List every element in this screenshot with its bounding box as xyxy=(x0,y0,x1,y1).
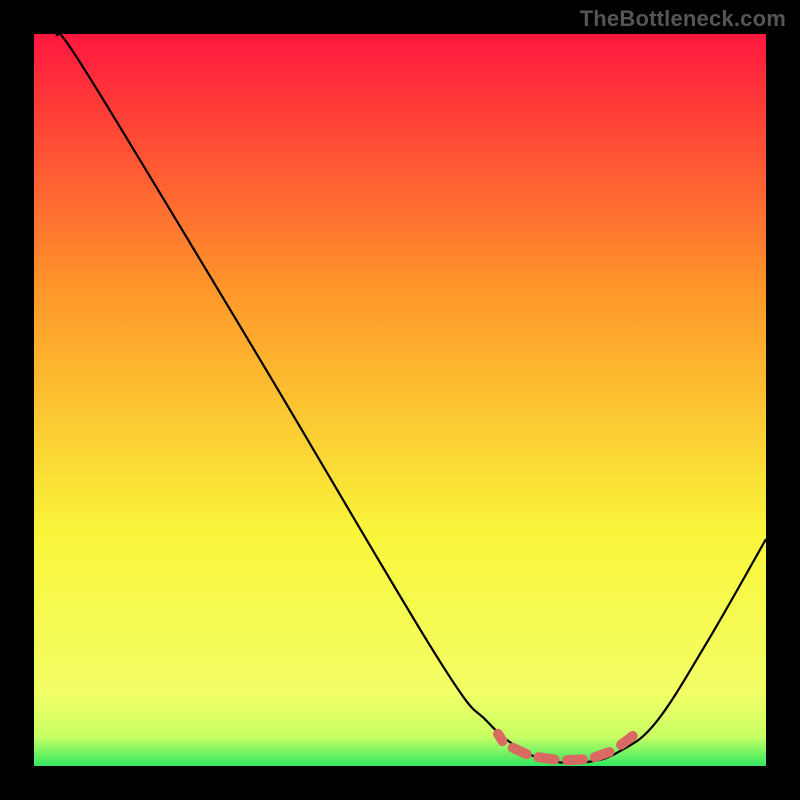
watermark-text: TheBottleneck.com xyxy=(580,6,786,32)
optimal-dash xyxy=(595,752,610,757)
optimal-dash xyxy=(513,748,527,755)
chart-root: TheBottleneck.com xyxy=(0,0,800,800)
optimal-dash xyxy=(498,734,502,741)
plot-area xyxy=(34,34,766,766)
optimal-dash xyxy=(538,757,554,759)
optimal-dash xyxy=(567,759,583,760)
chart-svg xyxy=(34,34,766,766)
optimal-dash xyxy=(621,736,633,745)
gradient-background xyxy=(34,34,766,766)
